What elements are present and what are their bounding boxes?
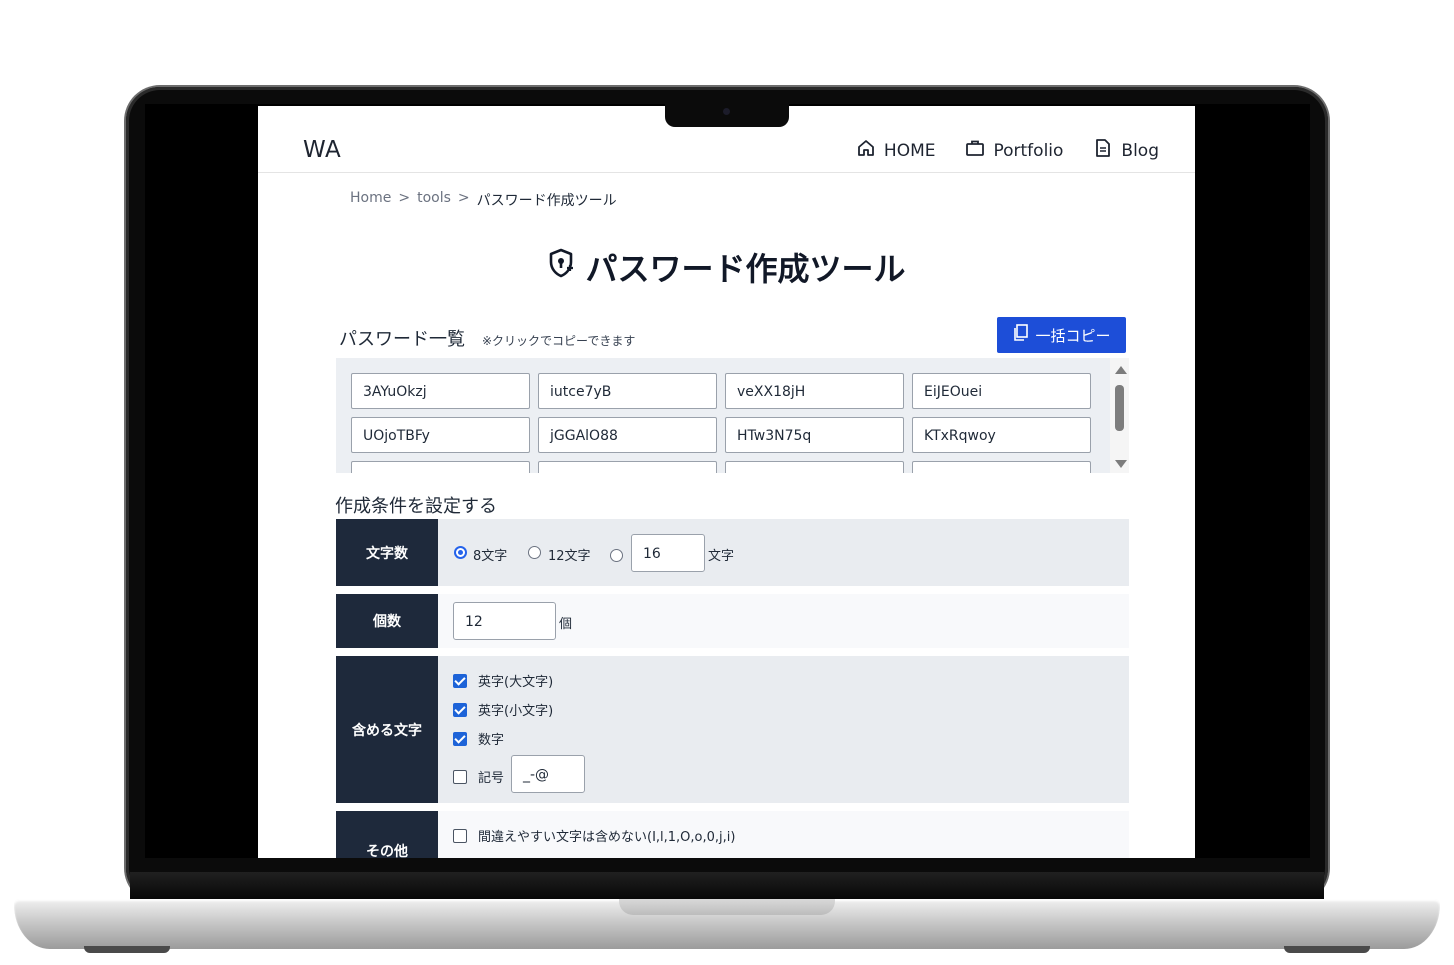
password-item[interactable]: HTw3N75q: [725, 417, 904, 453]
exclude-ambiguous-checkbox[interactable]: [453, 829, 467, 843]
password-item[interactable]: EiJEOuei: [912, 373, 1091, 409]
shield-lock-icon: [547, 248, 575, 286]
main-nav: HOME Portfolio Blog: [856, 138, 1159, 163]
include-label: 含める文字: [336, 656, 438, 803]
password-item[interactable]: veXX18jH: [725, 373, 904, 409]
length-label: 文字数: [336, 519, 438, 586]
length-options: 8文字 12文字 16 文字: [438, 519, 1129, 586]
password-item[interactable]: 3AYuOkzj: [351, 373, 530, 409]
password-item[interactable]: [912, 461, 1091, 473]
uppercase-checkbox[interactable]: [453, 674, 467, 688]
password-item[interactable]: [351, 461, 530, 473]
briefcase-icon: [965, 138, 985, 163]
password-item[interactable]: [538, 461, 717, 473]
password-item[interactable]: iutce7yB: [538, 373, 717, 409]
camera-icon: [723, 108, 730, 115]
other-row: その他 間違えやすい文字は含めない(I,l,1,O,o,0,j,i): [336, 811, 1129, 858]
breadcrumb: Home > tools > パスワード作成ツール: [350, 190, 617, 210]
nav-item-label: Portfolio: [993, 140, 1064, 161]
laptop-foot-right: [1284, 946, 1370, 953]
breadcrumb-current: パスワード作成ツール: [476, 193, 617, 209]
nav-item-label: Blog: [1121, 140, 1159, 161]
document-icon: [1093, 138, 1113, 163]
scroll-up-arrow-icon[interactable]: [1115, 366, 1127, 374]
password-list-heading: パスワード一覧: [339, 329, 465, 350]
radio-custom-length[interactable]: [610, 549, 623, 562]
site-logo[interactable]: WA: [303, 137, 341, 163]
symbols-checkbox[interactable]: [453, 770, 467, 784]
uppercase-label[interactable]: 英字(大文字): [478, 671, 553, 690]
breadcrumb-separator: >: [457, 190, 470, 206]
password-list-panel: 3AYuOkzj iutce7yB veXX18jH EiJEOuei UOjo…: [336, 358, 1129, 473]
nav-item-portfolio[interactable]: Portfolio: [965, 138, 1063, 163]
laptop-base-notch: [619, 899, 835, 915]
page-title-text: パスワード作成ツール: [585, 250, 906, 288]
camera-notch: [665, 104, 789, 127]
digits-checkbox[interactable]: [453, 732, 467, 746]
password-item[interactable]: KTxRqwoy: [912, 417, 1091, 453]
password-list-scrollbar[interactable]: [1110, 358, 1129, 473]
radio-8-chars[interactable]: [454, 546, 467, 559]
count-input[interactable]: 12: [453, 602, 556, 640]
digits-label[interactable]: 数字: [478, 729, 504, 748]
scroll-down-arrow-icon[interactable]: [1115, 460, 1127, 468]
nav-item-blog[interactable]: Blog: [1093, 138, 1159, 163]
page-title: パスワード作成ツール: [258, 244, 1195, 290]
scroll-thumb[interactable]: [1115, 385, 1124, 431]
nav-item-label: HOME: [883, 140, 936, 161]
copy-all-label: 一括コピー: [1035, 326, 1111, 345]
custom-length-input[interactable]: 16: [631, 534, 705, 572]
count-unit: 個: [559, 617, 573, 632]
lowercase-label[interactable]: 英字(小文字): [478, 700, 553, 719]
include-row: 含める文字 英字(大文字) 英字(小文字) 数字 記号 _-@: [336, 656, 1129, 803]
count-label: 個数: [336, 594, 438, 648]
other-options: 間違えやすい文字は含めない(I,l,1,O,o,0,j,i): [438, 811, 1129, 858]
laptop-foot-left: [84, 946, 170, 953]
symbols-input[interactable]: _-@: [511, 755, 585, 793]
radio-12-chars-label[interactable]: 12文字: [548, 545, 591, 564]
count-row: 個数 12 個: [336, 594, 1129, 648]
breadcrumb-tools[interactable]: tools: [417, 190, 451, 210]
breadcrumb-home[interactable]: Home: [350, 190, 391, 210]
nav-item-home[interactable]: HOME: [856, 138, 936, 163]
radio-8-chars-label[interactable]: 8文字: [473, 545, 507, 564]
exclude-ambiguous-label[interactable]: 間違えやすい文字は含めない(I,l,1,O,o,0,j,i): [478, 826, 735, 845]
password-item[interactable]: [725, 461, 904, 473]
custom-length-unit: 文字: [708, 549, 735, 564]
laptop-hinge: [130, 872, 1324, 902]
password-item[interactable]: UOjoTBFy: [351, 417, 530, 453]
count-body: 12 個: [438, 594, 1129, 648]
screen: WA HOME Portfolio Blog Home > tools > パス…: [258, 106, 1195, 858]
include-options: 英字(大文字) 英字(小文字) 数字 記号 _-@: [438, 656, 1129, 803]
radio-12-chars[interactable]: [528, 546, 541, 559]
lowercase-checkbox[interactable]: [453, 703, 467, 717]
home-icon: [856, 138, 876, 163]
symbols-label[interactable]: 記号: [478, 767, 504, 786]
settings-heading: 作成条件を設定する: [335, 496, 497, 517]
breadcrumb-separator: >: [398, 190, 411, 206]
password-list-note: ※クリックでコピーできます: [482, 334, 636, 348]
copy-all-button[interactable]: 一括コピー: [997, 317, 1126, 353]
other-label: その他: [336, 811, 438, 858]
length-row: 文字数 8文字 12文字 16 文字: [336, 519, 1129, 586]
password-item[interactable]: jGGAlO88: [538, 417, 717, 453]
copy-icon: [1012, 324, 1029, 346]
password-grid: 3AYuOkzj iutce7yB veXX18jH EiJEOuei UOjo…: [351, 373, 1093, 473]
